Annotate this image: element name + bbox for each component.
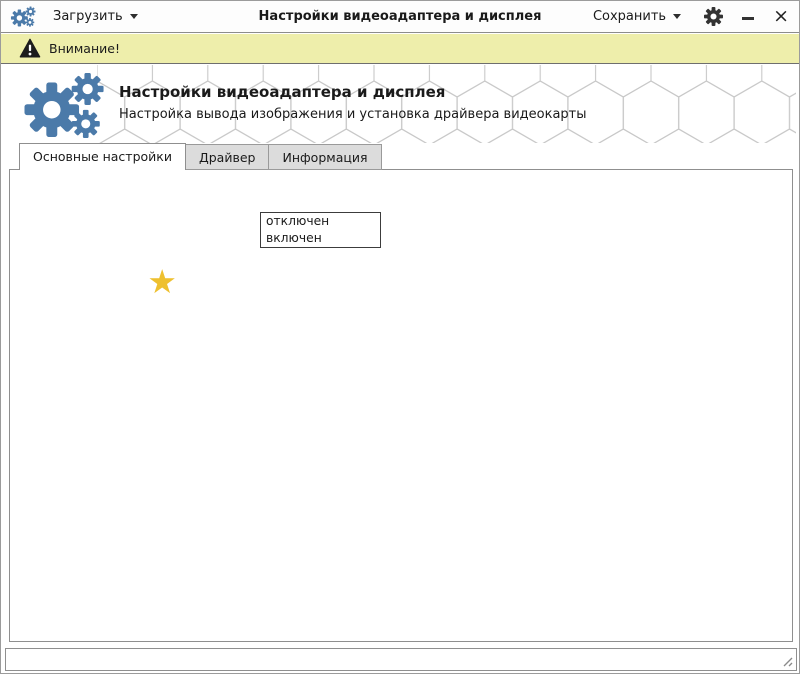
header-logo-gears-icon [21,72,109,138]
dropdown-option-disabled[interactable]: отключен [261,213,380,230]
hexagon-pattern-background [97,65,796,143]
resize-grip[interactable] [780,654,793,667]
settings-gear-button[interactable] [704,7,723,26]
page-subtitle: Настройка вывода изображения и установка… [119,107,587,122]
page-header: Настройки видеоадаптера и дисплея Настро… [1,65,799,143]
app-window: Загрузить Настройки видеоадаптера и дисп… [0,0,800,674]
auto-driver-dropdown-list: отключен включен [260,212,381,248]
warning-banner: Внимание! [1,34,799,64]
tab-information[interactable]: Информация [269,144,381,170]
tab-bar: Основные настройки Драйвер Информация [19,143,382,170]
page-title: Настройки видеоадаптера и дисплея [119,83,445,101]
dropdown-option-enabled[interactable]: включен [261,230,380,247]
close-button[interactable]: × [773,7,789,26]
save-menu-label: Сохранить [593,9,666,24]
tab-driver[interactable]: Драйвер [186,144,269,170]
tab-page-main-settings [9,169,793,642]
warning-triangle-icon [19,38,41,59]
save-menu-button[interactable]: Сохранить [589,9,685,24]
tab-main-settings[interactable]: Основные настройки [19,143,186,170]
warning-text: Внимание! [49,41,120,56]
minimize-button[interactable] [742,17,754,20]
titlebar: Загрузить Настройки видеоадаптера и дисп… [1,1,799,33]
status-bar [5,648,797,671]
primary-monitor-star-icon: ★ [147,265,177,298]
chevron-down-icon [673,14,681,19]
